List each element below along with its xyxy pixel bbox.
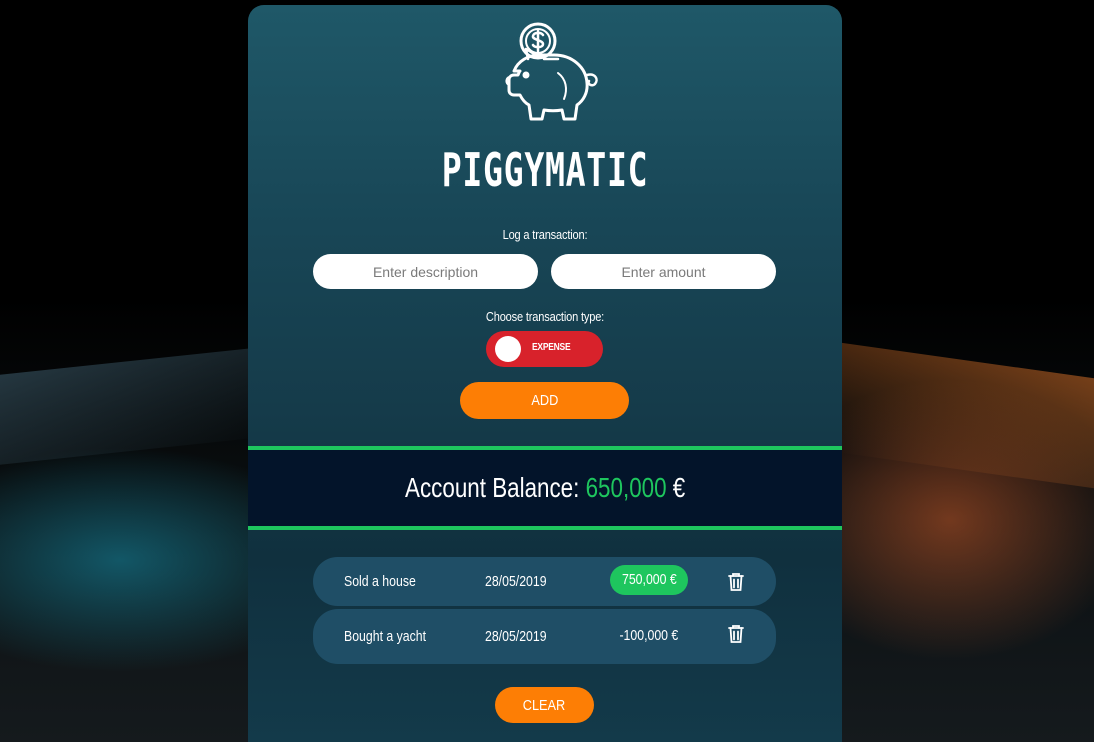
app-panel: PIGGYMATIC Log a transaction: Choose tra… — [248, 5, 842, 742]
trash-icon[interactable] — [727, 624, 745, 644]
transaction-type-toggle[interactable]: EXPENSE — [486, 331, 603, 367]
delete-transaction-button[interactable] — [727, 572, 745, 592]
add-button-label: ADD — [531, 392, 558, 409]
description-input[interactable] — [313, 254, 538, 289]
log-transaction-label: Log a transaction: — [502, 227, 588, 242]
trash-icon[interactable] — [727, 572, 745, 592]
transaction-row: Bought a yacht 28/05/2019 -100,000 € — [313, 609, 776, 664]
transaction-type-label: Choose transaction type: — [485, 309, 605, 324]
background-laptop-right — [834, 341, 1094, 489]
add-button[interactable]: ADD — [460, 382, 629, 419]
account-balance-bar: Account Balance: 650,000 € — [248, 446, 842, 530]
transaction-row: Sold a house 28/05/2019 750,000 € — [313, 557, 776, 606]
delete-transaction-button[interactable] — [727, 624, 745, 644]
app-title: PIGGYMATIC — [441, 143, 649, 197]
piggy-bank-coin-icon — [505, 22, 598, 121]
balance-currency: € — [672, 472, 686, 503]
transaction-amount-text: 750,000 € — [621, 571, 677, 588]
transaction-date: 28/05/2019 — [485, 628, 547, 645]
amount-input[interactable] — [551, 254, 776, 289]
transaction-description: Bought a yacht — [344, 628, 427, 645]
transaction-amount: 750,000 € — [610, 565, 688, 595]
balance-value: 650,000 — [585, 472, 667, 503]
clear-button-label: CLEAR — [523, 696, 566, 714]
account-balance: Account Balance: 650,000 € — [405, 472, 685, 504]
toggle-knob[interactable] — [495, 336, 521, 362]
transaction-description: Sold a house — [344, 573, 416, 590]
transaction-amount: -100,000 € — [610, 621, 688, 651]
background-laptop-left — [0, 345, 280, 465]
transaction-amount-text: -100,000 € — [619, 627, 679, 644]
transaction-date: 28/05/2019 — [485, 573, 547, 590]
balance-label: Account Balance: — [404, 472, 580, 503]
toggle-selected-label: EXPENSE — [532, 342, 571, 353]
logo — [248, 19, 842, 137]
clear-button[interactable]: CLEAR — [495, 687, 594, 723]
